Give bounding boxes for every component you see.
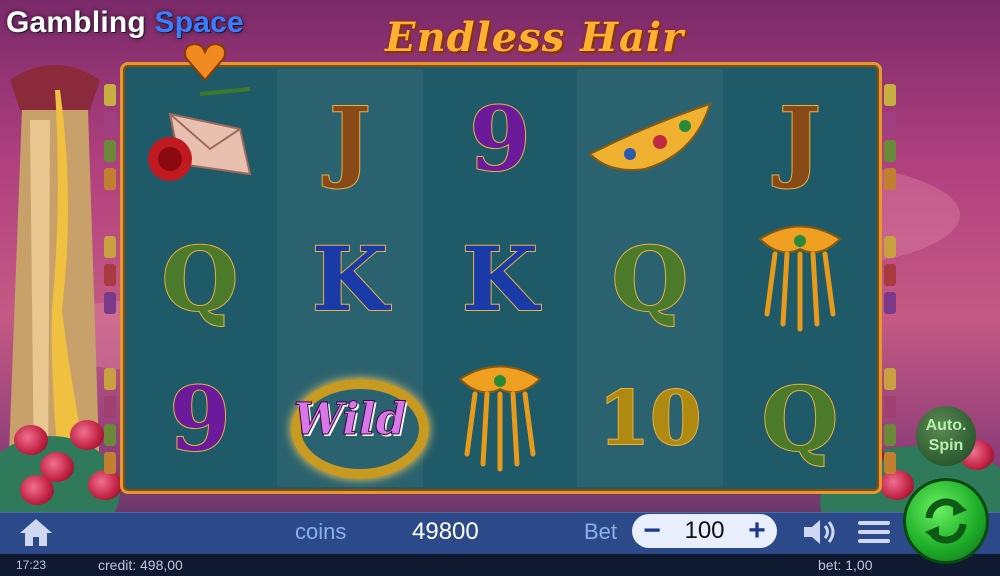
love-letter-icon	[148, 87, 252, 181]
symbol-9: 9	[168, 367, 231, 471]
symbol-j: J	[778, 87, 822, 191]
symbol-hair-comb	[727, 209, 873, 349]
reel-4: Q 10	[577, 69, 723, 487]
auto-spin-label-2: Spin	[928, 437, 964, 454]
reel-2: J K Wild	[277, 69, 429, 489]
reel-5: J Q	[727, 69, 873, 487]
bet-value: 100	[684, 517, 725, 544]
symbol-hair-comb	[427, 349, 573, 489]
symbol-k: K	[461, 227, 539, 331]
control-bar	[0, 512, 1000, 555]
logo-text-part1: Gambling	[6, 6, 155, 39]
reel-3: 9 K	[427, 69, 573, 487]
symbol-wild: Wild	[277, 349, 429, 489]
symbol-q: Q	[611, 227, 690, 331]
spin-button[interactable]	[903, 478, 989, 564]
symbol-tiara	[577, 69, 723, 209]
tiara-icon	[588, 102, 712, 171]
coins-value: 49800	[412, 518, 479, 545]
symbol-j: J	[328, 87, 372, 191]
logo-text-part2: Space	[154, 6, 244, 39]
hamburger-menu-icon[interactable]	[858, 516, 890, 548]
bet-increase-button[interactable]: +	[745, 516, 769, 546]
symbol-9: 9	[468, 87, 531, 191]
coins-label: coins	[295, 519, 347, 544]
credit-display: credit: 498,00	[98, 557, 183, 573]
speaker-icon[interactable]	[800, 516, 840, 548]
bet-decrease-button[interactable]: −	[640, 516, 664, 546]
auto-spin-button[interactable]: Auto. Spin	[916, 406, 976, 466]
reel-1: Q 9	[127, 69, 273, 487]
bet-stepper: − 100 +	[632, 514, 777, 548]
symbol-10: 10	[598, 376, 703, 462]
symbol-q: Q	[161, 227, 240, 331]
symbol-love-letter-rose	[127, 69, 273, 209]
auto-spin-label-1: Auto.	[925, 417, 967, 434]
reel-board: Q 9 J K Wild 9 K Q 10 J Q	[120, 62, 882, 494]
clock: 17:23	[16, 558, 47, 572]
site-logo: Gambling Space	[6, 6, 244, 40]
home-icon[interactable]	[18, 516, 54, 548]
hair-comb-icon	[458, 365, 542, 472]
spin-arrows-icon	[925, 498, 967, 544]
bet-label: Bet	[584, 519, 618, 544]
hair-comb-icon	[758, 225, 842, 332]
symbol-k: K	[311, 227, 389, 331]
tower-illustration	[8, 65, 100, 480]
heart-ornament-icon	[184, 42, 226, 82]
symbol-q: Q	[761, 367, 840, 471]
game-title: Endless Hair	[385, 14, 685, 61]
bet-display: bet: 1,00	[818, 557, 873, 573]
